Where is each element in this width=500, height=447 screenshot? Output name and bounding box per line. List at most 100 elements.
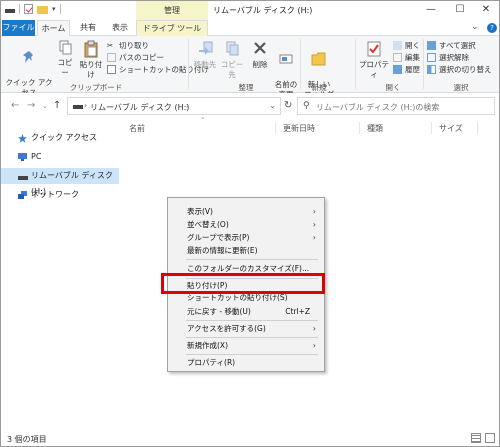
tab-view[interactable]: 表示 [105, 20, 135, 36]
paste-button[interactable]: 貼り付け [78, 40, 104, 80]
column-header-date[interactable]: 更新日時 [283, 123, 315, 134]
menu-item-group-by[interactable]: グループで表示(P) › [168, 231, 324, 244]
drive-icon [73, 105, 83, 109]
paste-shortcut-icon [107, 65, 116, 74]
rename-button[interactable]: 名前の 変更 [274, 40, 298, 100]
nav-label: PC [31, 152, 42, 161]
search-icon: ⚲ [303, 101, 310, 111]
nav-item-removable-disk[interactable]: リムーバブル ディスク (H:) [1, 168, 119, 196]
search-placeholder: リムーバブル ディスク (H:)の検索 [316, 103, 440, 112]
details-view-icon[interactable] [471, 433, 481, 443]
clipboard-group-label: クリップボード [69, 83, 123, 92]
divider [188, 39, 189, 89]
window-title: リムーバブル ディスク (H:) [213, 6, 313, 15]
back-arrow-icon[interactable]: ← [11, 100, 19, 111]
select-all-button[interactable]: すべて選択 [427, 40, 476, 51]
search-box[interactable]: ⚲ リムーバブル ディスク (H:)の検索 [297, 97, 495, 115]
select-none-button[interactable]: 選択解除 [427, 52, 469, 63]
copy-to-button[interactable]: コピー先 [220, 40, 244, 80]
invert-selection-icon [427, 65, 436, 74]
menu-item-label: 並べ替え(O) [187, 220, 229, 229]
copy-label: コピー [57, 58, 73, 77]
breadcrumb-path[interactable]: リムーバブル ディスク (H:) [90, 102, 189, 113]
copy-path-button[interactable]: パスのコピー [107, 52, 164, 63]
invert-selection-button[interactable]: 選択の切り替え [427, 64, 492, 75]
ribbon-collapse-icon[interactable]: ⌄ [471, 22, 479, 32]
divider [359, 122, 360, 134]
recent-dropdown-icon[interactable]: ⌄ [42, 102, 48, 110]
help-icon[interactable]: ? [487, 23, 497, 33]
submenu-arrow-icon: › [312, 220, 316, 229]
nav-item-quick-access[interactable]: クイック アクセス [1, 130, 119, 146]
tab-share[interactable]: 共有 [73, 20, 103, 36]
organize-group-label: 整理 [238, 83, 254, 92]
address-dropdown-icon[interactable]: ⌄ [269, 101, 276, 110]
move-to-label: 移動先 [193, 60, 217, 69]
copy-button[interactable]: コピー [55, 40, 75, 78]
up-arrow-icon[interactable]: ↑ [53, 100, 61, 111]
nav-item-pc[interactable]: PC [1, 149, 119, 165]
close-button[interactable]: ✕ [471, 1, 500, 20]
submenu-arrow-icon: › [312, 233, 316, 242]
star-icon [18, 134, 27, 143]
paste-label: 貼り付け [79, 60, 103, 79]
move-to-button[interactable]: 移動先 [192, 40, 218, 70]
history-button[interactable]: 履歴 [393, 64, 420, 75]
column-header-size[interactable]: サイズ [439, 123, 463, 134]
menu-item-new[interactable]: 新規作成(X) › [168, 339, 324, 352]
edit-label: 編集 [405, 53, 420, 62]
scissors-icon: ✂ [107, 41, 114, 50]
select-all-icon [427, 41, 436, 50]
divider [431, 122, 432, 134]
menu-item-properties[interactable]: プロパティ(R) [168, 356, 324, 369]
delete-button[interactable]: 削除 [248, 40, 272, 70]
nav-label: クイック アクセス [31, 133, 98, 142]
cut-button[interactable]: ✂ 切り取り [107, 40, 149, 51]
status-bar: 3 個の項目 [1, 428, 499, 446]
nav-item-network[interactable]: ネットワーク [1, 187, 119, 203]
menu-item-shortcut: Ctrl+Z [285, 307, 310, 316]
divider [186, 259, 318, 260]
cut-label: 切り取り [119, 41, 149, 50]
menu-item-sort[interactable]: 並べ替え(O) › [168, 218, 324, 231]
menu-item-refresh[interactable]: 最新の情報に更新(E) [168, 244, 324, 257]
address-bar[interactable]: › リムーバブル ディスク (H:) › ⌄ [67, 97, 281, 115]
divider [300, 39, 301, 89]
properties-button[interactable]: プロパティ [357, 40, 391, 80]
open-button[interactable]: 開く [393, 40, 420, 51]
title-bar: ▾ 管理 リムーバブル ディスク (H:) — ☐ ✕ [1, 1, 499, 20]
rename-icon [279, 54, 293, 64]
computer-icon [18, 153, 27, 161]
select-all-label: すべて選択 [439, 41, 476, 50]
properties-icon[interactable] [24, 4, 33, 14]
tab-file[interactable]: ファイル [2, 20, 35, 36]
open-label: 開く [405, 41, 420, 50]
forward-arrow-icon[interactable]: → [27, 100, 35, 111]
column-header-name[interactable]: 名前 [129, 123, 145, 134]
divider [186, 337, 318, 338]
menu-item-give-access[interactable]: アクセスを許可する(G) › [168, 322, 324, 335]
sort-caret-icon: ˄ [201, 117, 205, 125]
open-group-label: 開く [385, 83, 401, 92]
new-folder-icon[interactable] [37, 5, 48, 14]
quick-access-toolbar: ▾ [5, 4, 61, 14]
menu-item-undo-move[interactable]: 元に戻す - 移動(U) Ctrl+Z [168, 305, 324, 318]
clipboard-icon [84, 40, 98, 58]
properties-check-icon [367, 41, 381, 57]
menu-item-label: グループで表示(P) [187, 233, 250, 242]
menu-item-view[interactable]: 表示(V) › [168, 205, 324, 218]
tab-home[interactable]: ホーム [37, 20, 70, 37]
edit-button[interactable]: 編集 [393, 52, 420, 63]
divider [477, 122, 478, 134]
refresh-icon[interactable]: ↻ [284, 100, 292, 111]
contextual-tab-manage[interactable]: 管理 [136, 1, 208, 20]
large-icons-view-icon[interactable] [485, 433, 495, 443]
tab-drive-tools[interactable]: ドライブ ツール [136, 20, 208, 36]
submenu-arrow-icon: › [312, 324, 316, 333]
breadcrumb-separator: › [186, 101, 190, 110]
customize-dropdown-icon[interactable]: ▾ [52, 5, 56, 13]
column-header-type[interactable]: 種類 [367, 123, 383, 134]
menu-item-label: 最新の情報に更新(E) [187, 246, 258, 255]
minimize-button[interactable]: — [416, 1, 446, 20]
menu-item-label: 表示(V) [187, 207, 213, 216]
